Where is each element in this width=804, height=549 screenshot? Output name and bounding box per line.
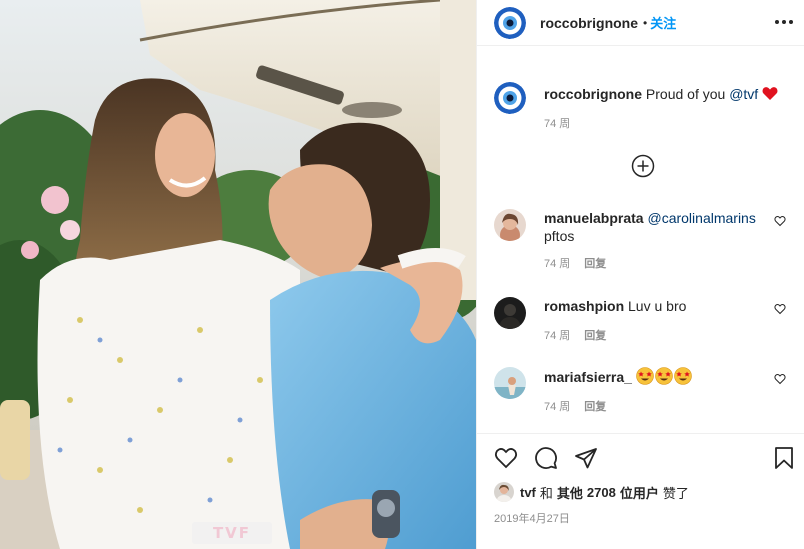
comment-time: 74 周 [544, 401, 571, 413]
likes-others-prefix[interactable]: 其他 [557, 483, 583, 502]
likes-and: 和 [539, 485, 553, 501]
bookmark-icon[interactable] [772, 446, 796, 470]
comment-username[interactable]: manuelabprata [544, 210, 644, 226]
reply-button[interactable]: 回复 [584, 255, 606, 273]
comment-username[interactable]: romashpion [544, 298, 624, 314]
comment-heart-icon[interactable] [774, 215, 786, 227]
follow-button[interactable]: 关注 [650, 13, 676, 32]
author-username[interactable]: roccobrignone [540, 15, 638, 31]
post-photo[interactable]: TVF [0, 0, 476, 549]
caption-text: roccobrignone Proud of you @tvf [544, 82, 778, 114]
comment-meta: 74 周 回复 [544, 327, 764, 345]
comment-item: manuelabprata @carolinalmarins pftos 74 … [494, 209, 794, 273]
post-actions: tvf 和 其他 2708 位用户 赞了 2019年4月27日 [477, 433, 804, 549]
comment-mention[interactable]: @carolinalmarins [647, 210, 755, 226]
comments-section: roccobrignone Proud of you @tvf 74 周 man… [477, 60, 804, 433]
comment-body: romashpion Luv u bro 74 周 回复 [544, 297, 764, 345]
comment-meta: 74 周 回复 [544, 255, 764, 273]
reply-button[interactable]: 回复 [584, 398, 606, 416]
post-header: roccobrignone • 关注 [477, 0, 804, 46]
comment-body: manuelabprata @carolinalmarins pftos 74 … [544, 209, 764, 273]
comment-heart-icon[interactable] [774, 303, 786, 315]
post-sidebar: roccobrignone • 关注 roccobrignone Proud o… [476, 0, 804, 549]
likes-others-suffix[interactable]: 位用户 [620, 483, 659, 502]
plus-circle-icon[interactable] [631, 154, 655, 178]
more-options-button[interactable] [774, 12, 794, 32]
more-horizontal-icon [775, 20, 793, 24]
comment-time: 74 周 [544, 330, 571, 342]
comment-meta: 74 周 回复 [544, 398, 764, 416]
caption-avatar[interactable] [494, 82, 526, 114]
comment-username[interactable]: mariafsierra_ [544, 369, 632, 385]
post-caption: roccobrignone Proud of you @tvf 74 周 [494, 82, 778, 130]
comment-heart-icon[interactable] [774, 373, 786, 385]
caption-time: 74 周 [544, 118, 571, 130]
comment-body: mariafsierra_ 74 周 回复 [544, 367, 764, 416]
liker-avatar[interactable] [494, 482, 514, 502]
comment-icon[interactable] [534, 446, 558, 470]
comment-text: Luv u bro [628, 298, 687, 314]
comment-time: 74 周 [544, 258, 571, 270]
photo-watermark: TVF [192, 522, 272, 544]
star-struck-icon [636, 367, 654, 385]
post-dialog: TVF roccobrignone • 关注 roccobrignone Pro… [0, 0, 804, 549]
caption-body: Proud of you [645, 86, 726, 102]
separator-dot: • [643, 15, 648, 30]
post-date: 2019年4月27日 [494, 513, 570, 525]
commenter-avatar[interactable] [494, 297, 526, 329]
comment-item: romashpion Luv u bro 74 周 回复 [494, 297, 794, 345]
reply-button[interactable]: 回复 [584, 327, 606, 345]
commenter-avatar[interactable] [494, 209, 526, 241]
photo-illustration [0, 0, 476, 549]
caption-username[interactable]: roccobrignone [544, 86, 642, 102]
commenter-avatar[interactable] [494, 367, 526, 399]
comment-text: pftos [544, 228, 575, 244]
liker-username[interactable]: tvf [520, 485, 536, 500]
send-icon[interactable] [574, 446, 598, 470]
star-struck-icon [655, 367, 673, 385]
comment-item: mariafsierra_ 74 周 回复 [494, 367, 794, 416]
author-avatar[interactable] [494, 6, 526, 39]
heart-icon[interactable] [494, 446, 518, 470]
caption-mention[interactable]: @tvf [729, 86, 758, 102]
likes-count[interactable]: 2708 [587, 485, 616, 500]
likes-summary: tvf 和 其他 2708 位用户 赞了 [494, 482, 689, 502]
likes-liked: 赞了 [662, 485, 689, 501]
red-heart-icon [762, 87, 778, 100]
star-struck-icon [674, 367, 692, 385]
